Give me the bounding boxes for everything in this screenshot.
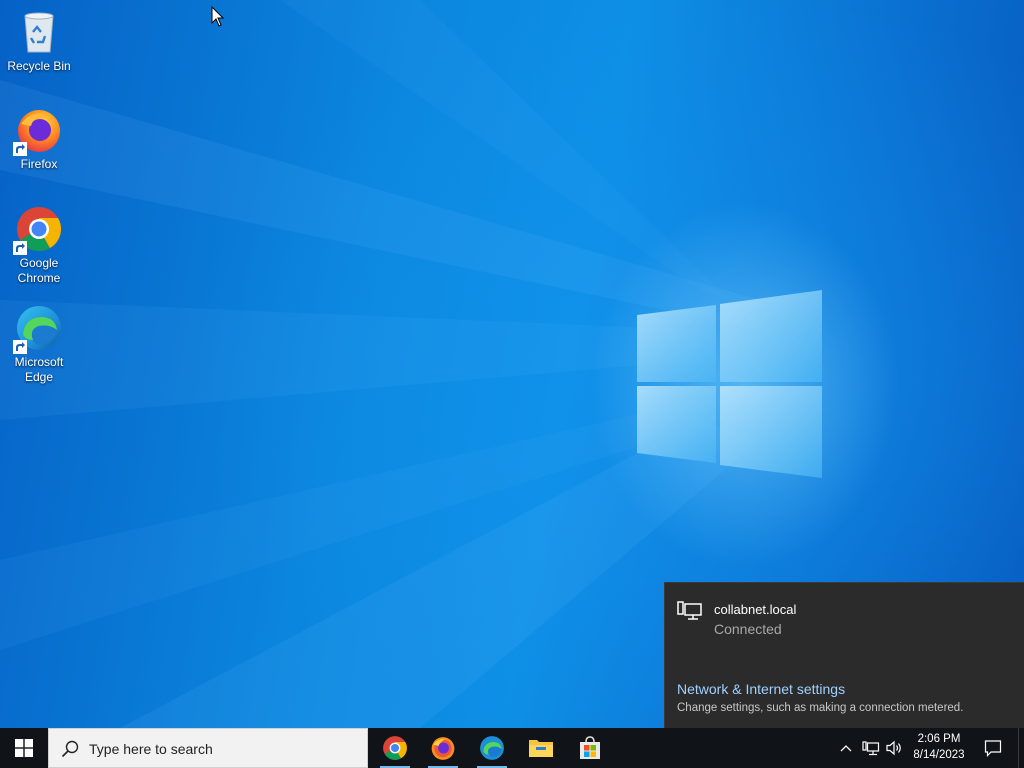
action-center-button[interactable] [978,728,1008,768]
taskbar-edge-button[interactable] [468,728,516,768]
shortcut-arrow-icon [13,142,27,156]
mouse-cursor-icon [211,6,225,27]
desktop-icon-label: Firefox [20,157,58,171]
shortcut-arrow-icon [13,340,27,354]
desktop-icon-google-chrome[interactable]: Google Chrome [4,205,74,286]
show-desktop-button[interactable] [1018,728,1024,768]
network-flyout: collabnet.local Connected Network & Inte… [664,582,1024,728]
desktop-icon-firefox[interactable]: Firefox [4,106,74,172]
chrome-icon [383,736,407,760]
ethernet-network-icon [677,601,702,620]
network-internet-settings-link[interactable]: Network & Internet settings [677,681,845,697]
desktop-icon-recycle-bin[interactable]: Recycle Bin [4,8,74,74]
recycle-bin-icon [15,8,63,56]
windows-wallpaper-logo [637,290,822,478]
network-settings-description: Change settings, such as making a connec… [677,702,964,714]
desktop-icon-microsoft-edge[interactable]: Microsoft Edge [4,304,74,385]
desktop-icon-label: Recycle Bin [7,59,71,73]
microsoft-store-icon [580,736,600,759]
file-explorer-icon [529,740,553,757]
clock-time: 2:06 PM [917,733,961,745]
taskbar-clock[interactable]: 2:06 PM 8/14/2023 [906,731,972,763]
network-status: Connected [714,621,782,637]
show-hidden-icons-button[interactable] [836,728,856,768]
taskbar-file-explorer-button[interactable] [517,728,565,768]
search-icon [61,740,79,758]
taskbar-microsoft-store-button[interactable] [566,728,614,768]
taskbar-search-box[interactable]: Type here to search [48,728,368,768]
network-name[interactable]: collabnet.local [714,602,796,617]
notification-icon [984,740,1002,757]
taskbar: Type here to search 2:06 PM 8/14/2023 [0,728,1024,768]
desktop-icon-label: Microsoft Edge [14,355,64,384]
edge-icon [13,304,63,354]
taskbar-chrome-button[interactable] [371,728,419,768]
chrome-icon [13,205,63,255]
windows-start-icon [15,739,33,757]
shortcut-arrow-icon [13,241,27,255]
volume-tray-button[interactable] [884,728,906,768]
speaker-volume-icon [886,740,901,756]
desktop[interactable]: Recycle Bin Firefox Google Chrome Micros… [0,0,1024,728]
taskbar-firefox-button[interactable] [419,728,467,768]
edge-icon [480,736,504,760]
search-placeholder: Type here to search [89,741,213,757]
firefox-icon [13,106,63,156]
firefox-icon [431,737,455,760]
clock-date: 8/14/2023 [913,749,965,761]
network-tray-button[interactable] [860,728,882,768]
ethernet-network-icon [862,741,880,756]
chevron-up-icon [840,745,852,752]
start-button[interactable] [0,728,48,768]
desktop-icon-label: Google Chrome [17,256,61,285]
